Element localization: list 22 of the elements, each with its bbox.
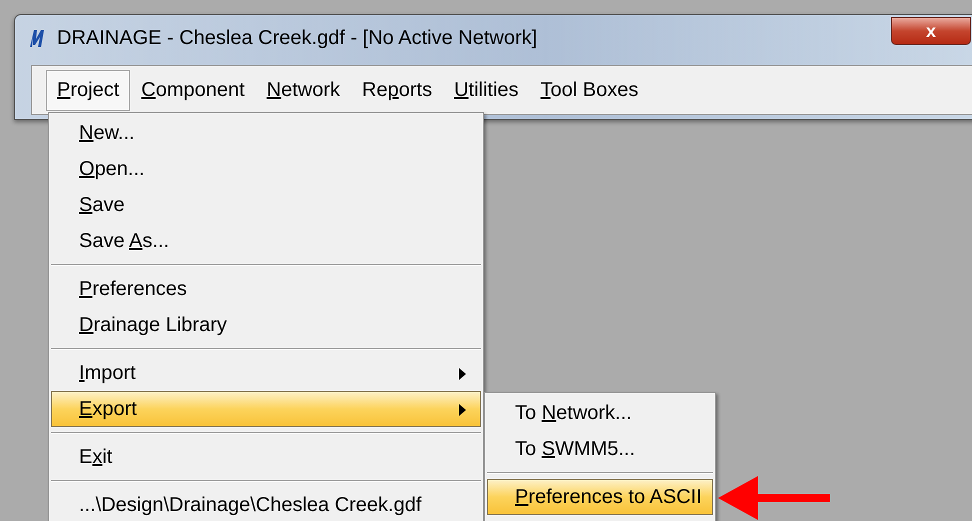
menu-item[interactable]: Exit <box>51 439 481 475</box>
menu-item[interactable]: Preferences <box>51 271 481 307</box>
close-button[interactable]: x <box>891 17 971 45</box>
menu-item[interactable]: Import <box>51 355 481 391</box>
window-title: DRAINAGE - Cheslea Creek.gdf - [No Active Network] <box>57 26 538 50</box>
menu-title[interactable]: Network <box>256 70 352 110</box>
arrow-icon <box>718 476 830 520</box>
menu-item[interactable]: Open... <box>51 151 481 187</box>
menu-item[interactable]: ...\Design\Drainage\Cheslea Creek.gdf <box>51 487 481 521</box>
menu-title[interactable]: Project <box>46 70 130 110</box>
menu-item[interactable]: To SWMM5... <box>487 431 713 467</box>
menu-item[interactable]: Save As... <box>51 223 481 259</box>
menu-item[interactable]: Export <box>51 391 481 427</box>
menu-item[interactable]: To Network... <box>487 395 713 431</box>
menu-title[interactable]: Reports <box>351 70 444 110</box>
menu-item[interactable]: Preferences to ASCII <box>487 479 713 515</box>
menu-title[interactable]: Component <box>130 70 256 110</box>
menu-item[interactable]: New... <box>51 115 481 151</box>
menu-item[interactable]: Save <box>51 187 481 223</box>
menu-title[interactable]: Tool Boxes <box>530 70 650 110</box>
menu-item[interactable]: Drainage Library <box>51 307 481 343</box>
menu-title[interactable]: Utilities <box>443 70 530 110</box>
